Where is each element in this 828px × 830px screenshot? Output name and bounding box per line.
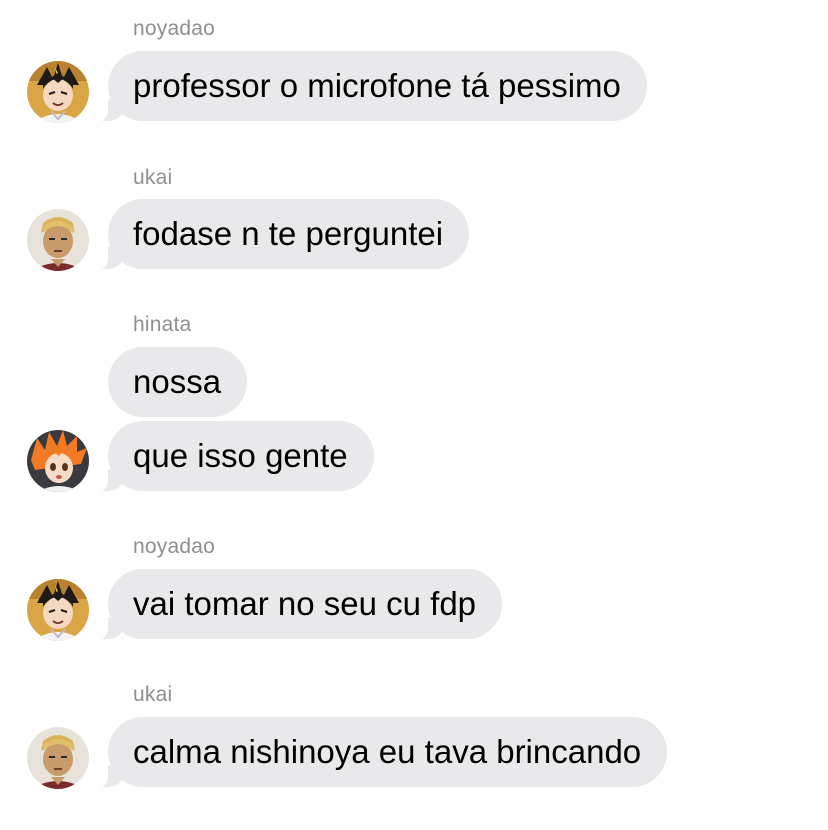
- ukai-avatar-icon[interactable]: [27, 727, 89, 789]
- message-text: calma nishinoya eu tava brincando: [133, 733, 642, 770]
- message-text: vai tomar no seu cu fdp: [133, 585, 477, 622]
- noya-avatar-icon[interactable]: [27, 579, 89, 641]
- message-bubble[interactable]: calma nishinoya eu tava brincando: [93, 717, 668, 788]
- noya-avatar-icon[interactable]: [27, 61, 89, 123]
- hinata-avatar-icon[interactable]: [27, 430, 89, 492]
- message-bubble[interactable]: fodase n te perguntei: [93, 199, 470, 270]
- sender-name: ukai: [133, 683, 173, 706]
- sender-name: noyadao: [133, 17, 215, 40]
- sender-name: noyadao: [133, 535, 215, 558]
- message-text: professor o microfone tá pessimo: [133, 67, 621, 104]
- message-bubble[interactable]: professor o microfone tá pessimo: [94, 51, 647, 122]
- message-text: nossa: [133, 363, 222, 400]
- ukai-avatar-icon[interactable]: [27, 209, 89, 271]
- sender-name: ukai: [133, 166, 173, 189]
- message-bubble[interactable]: nossa: [108, 347, 248, 417]
- message-bubble[interactable]: vai tomar no seu cu fdp: [93, 569, 503, 640]
- message-bubble[interactable]: que isso gente: [94, 421, 374, 492]
- message-text: que isso gente: [133, 437, 348, 474]
- message-text: fodase n te perguntei: [133, 215, 444, 252]
- sender-name: hinata: [133, 313, 192, 336]
